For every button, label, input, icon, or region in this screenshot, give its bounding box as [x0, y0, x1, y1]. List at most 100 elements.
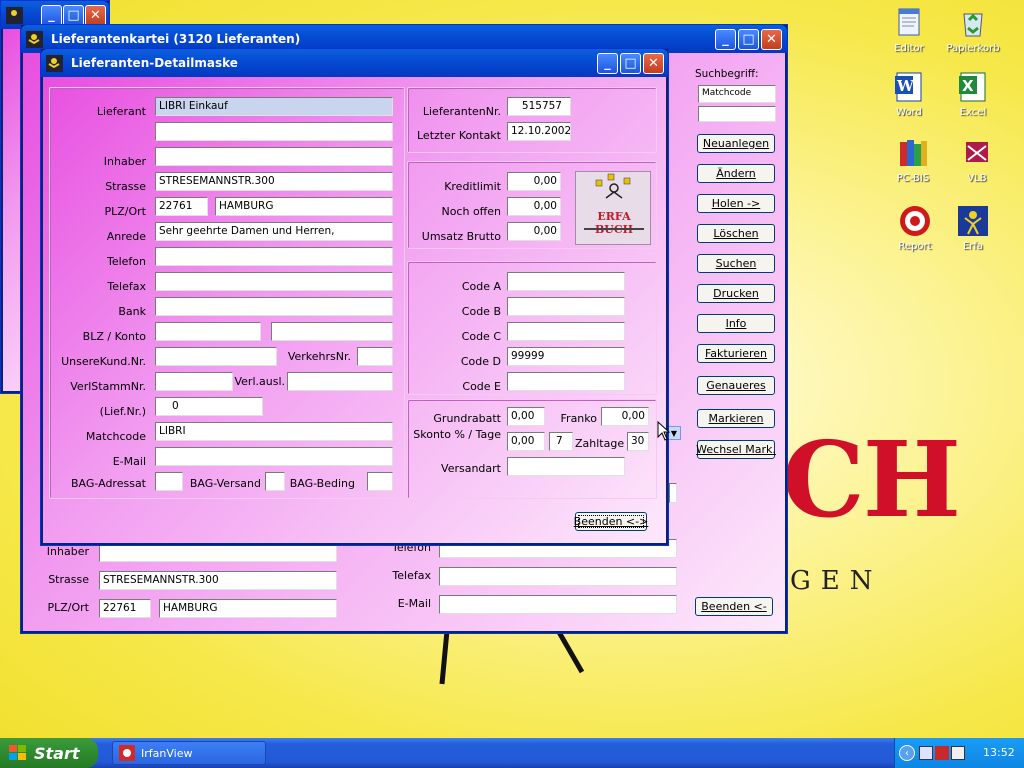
- genaueres-button[interactable]: Genaueres: [697, 376, 775, 395]
- blz-field[interactable]: [155, 322, 261, 341]
- wechsel-mark-button[interactable]: Wechsel Mark.: [696, 440, 776, 459]
- verlausl-field[interactable]: [287, 372, 393, 391]
- unsere-kundnr-field[interactable]: [155, 347, 277, 366]
- desktop-icon-papierkorb[interactable]: Papierkorb: [938, 6, 1008, 54]
- info-button[interactable]: Info: [697, 314, 775, 333]
- button-label: Löschen: [713, 227, 759, 240]
- tray-app-icon[interactable]: [935, 746, 949, 760]
- beenden-button[interactable]: Beenden <->: [574, 512, 648, 531]
- telefon-field[interactable]: [155, 247, 393, 266]
- desktop-icon-label: PC-BIS: [896, 173, 930, 184]
- kreditlimit-field[interactable]: 0,00: [507, 172, 561, 191]
- skonto-label: Skonto % / Tage: [413, 428, 501, 441]
- detailmaske-titlebar[interactable]: Lieferanten-Detailmaske: [41, 49, 668, 77]
- search-input-2[interactable]: [698, 106, 776, 122]
- lieferant-field-2[interactable]: [155, 122, 393, 141]
- window-title: Lieferantenkartei (3120 Lieferanten): [51, 32, 301, 46]
- desktop-icon-erfa[interactable]: Erfa: [938, 204, 1008, 252]
- fakturieren-button[interactable]: Fakturieren: [697, 344, 775, 363]
- grundrabatt-field[interactable]: 0,00: [507, 407, 545, 426]
- minimize-button[interactable]: _: [715, 29, 736, 50]
- close-button[interactable]: ✕: [761, 29, 782, 50]
- email-field[interactable]: [439, 595, 677, 614]
- anrede-field[interactable]: Sehr geehrte Damen und Herren,: [155, 222, 393, 241]
- code-c-field[interactable]: [507, 322, 625, 341]
- search-input[interactable]: Matchcode: [698, 85, 776, 103]
- desktop-icon-excel[interactable]: X Excel: [938, 70, 1008, 118]
- back-window-minimize-button[interactable]: _: [41, 5, 62, 26]
- loeschen-button[interactable]: Löschen: [697, 224, 775, 243]
- verlausl-label: Verl.ausl.: [234, 375, 285, 388]
- maximize-button[interactable]: □: [738, 29, 759, 50]
- aendern-button[interactable]: Ändern: [697, 164, 775, 183]
- neuanlegen-button[interactable]: Neuanlegen: [697, 134, 775, 153]
- dialog-minimize-button[interactable]: _: [597, 53, 618, 74]
- back-window-close-button[interactable]: ✕: [85, 5, 106, 26]
- versandart-field[interactable]: [507, 457, 625, 476]
- markieren-button[interactable]: Markieren: [697, 409, 775, 428]
- app-icon: [46, 54, 63, 72]
- plz-field[interactable]: 22761: [155, 197, 208, 216]
- telefax-field[interactable]: [439, 567, 677, 586]
- zahltage-label: Zahltage: [575, 437, 625, 450]
- letzter-kontakt-field[interactable]: 12.10.2002: [507, 122, 571, 141]
- code-a-field[interactable]: [507, 272, 625, 291]
- volume-icon[interactable]: [951, 746, 965, 760]
- start-button[interactable]: Start: [0, 738, 98, 768]
- detailmaske-dialog[interactable]: Lieferanten-Detailmaske _ □ ✕ Lieferant …: [40, 48, 669, 546]
- code-b-field[interactable]: [507, 297, 625, 316]
- code-a-label: Code A: [461, 280, 501, 293]
- plz-field[interactable]: 22761: [99, 599, 151, 618]
- kreditlimit-label: Kreditlimit: [444, 180, 501, 193]
- ort-field[interactable]: HAMBURG: [215, 197, 393, 216]
- dialog-close-button[interactable]: ✕: [643, 53, 664, 74]
- desktop-icon-word[interactable]: W Word: [874, 70, 944, 118]
- strasse-field[interactable]: STRESEMANNSTR.300: [155, 172, 393, 191]
- zahltage-field[interactable]: 30: [627, 432, 649, 451]
- network-icon[interactable]: [919, 746, 933, 760]
- inhaber-field[interactable]: [155, 147, 393, 166]
- bag-beding-field[interactable]: [367, 472, 393, 491]
- lieferantennr-field[interactable]: 515757: [507, 97, 571, 116]
- verlstammnr-field[interactable]: [155, 372, 233, 391]
- email-field[interactable]: [155, 447, 393, 466]
- beenden-button[interactable]: Beenden <-: [695, 597, 773, 616]
- desktop-icon-vlb[interactable]: VLB: [942, 136, 1012, 184]
- konto-field[interactable]: [271, 322, 393, 341]
- verkehrsnr-field[interactable]: [357, 347, 393, 366]
- target-icon: [898, 204, 932, 238]
- matchcode-field[interactable]: LIBRI: [155, 422, 393, 441]
- strasse-field[interactable]: STRESEMANNSTR.300: [99, 571, 337, 590]
- svg-text:W: W: [896, 77, 915, 95]
- taskbar-task-irfanview[interactable]: IrfanView: [112, 741, 266, 765]
- lieferant-field[interactable]: LIBRI Einkauf: [155, 97, 393, 116]
- desktop: CH GEN Editor Papierkorb W Word X Excel …: [0, 0, 1024, 738]
- back-window-maximize-button[interactable]: □: [63, 5, 84, 26]
- umsatz-brutto-field[interactable]: 0,00: [507, 222, 561, 241]
- bag-versand-field[interactable]: [265, 472, 285, 491]
- desktop-icon-pcbis[interactable]: PC-BIS: [878, 136, 948, 184]
- windows-logo-icon: [9, 745, 26, 760]
- show-hidden-icons-icon[interactable]: ‹: [899, 745, 915, 761]
- code-e-field[interactable]: [507, 372, 625, 391]
- desktop-icon-editor[interactable]: Editor: [874, 6, 944, 54]
- versandart-label: Versandart: [441, 462, 501, 475]
- bag-adressat-field[interactable]: [155, 472, 183, 491]
- holen-button[interactable]: Holen ->: [697, 194, 775, 213]
- code-d-field[interactable]: 99999: [507, 347, 625, 366]
- skonto-field[interactable]: 0,00: [507, 432, 545, 451]
- clock[interactable]: 13:52: [983, 746, 1015, 759]
- dialog-maximize-button[interactable]: □: [620, 53, 641, 74]
- franko-field[interactable]: 0,00: [601, 407, 649, 426]
- bank-field[interactable]: [155, 297, 393, 316]
- telefax-label: Telefax: [107, 280, 146, 293]
- ort-field[interactable]: HAMBURG: [159, 599, 337, 618]
- noch-offen-field[interactable]: 0,00: [507, 197, 561, 216]
- system-tray: ‹ 13:52: [894, 738, 1024, 768]
- liefnr-field[interactable]: 0: [155, 397, 263, 416]
- drucken-button[interactable]: Drucken: [697, 284, 775, 303]
- skonto-tage-field[interactable]: 7: [549, 432, 573, 451]
- suchen-button[interactable]: Suchen: [697, 254, 775, 273]
- telefax-field[interactable]: [155, 272, 393, 291]
- logo-text-erfa: ERFA: [597, 210, 631, 223]
